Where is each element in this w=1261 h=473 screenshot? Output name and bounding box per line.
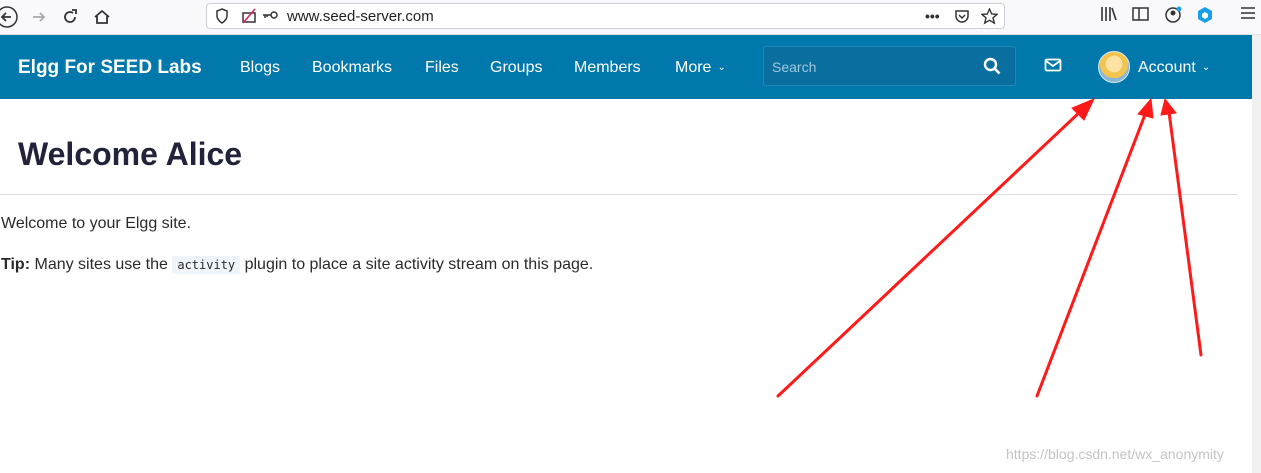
annotation-arrows — [776, 97, 1203, 398]
annotation-arrow — [1160, 97, 1203, 357]
annotation-arrow — [776, 98, 1096, 398]
watermark: https://blog.csdn.net/wx_anonymity — [1006, 446, 1224, 462]
annotation-arrow — [1035, 97, 1154, 398]
